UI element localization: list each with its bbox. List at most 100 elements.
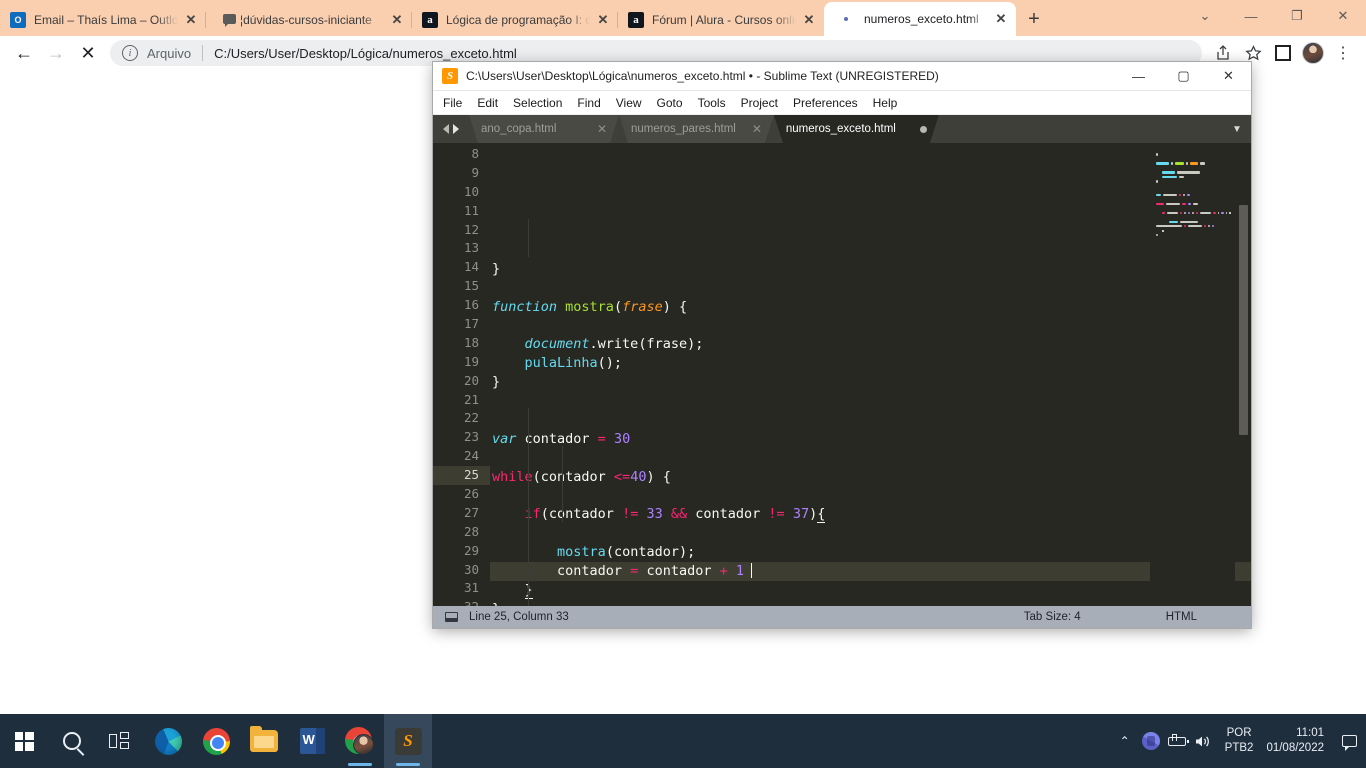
browser-tab-4-active[interactable]: numeros_exceto.html ✕ [824, 2, 1016, 36]
code-line[interactable] [490, 241, 1251, 260]
notification-center-button[interactable] [1332, 714, 1366, 768]
menu-preferences[interactable]: Preferences [793, 96, 858, 110]
menu-help[interactable]: Help [873, 96, 898, 110]
code-line[interactable]: function mostra(frase) { [490, 298, 1251, 317]
scrollbar-thumb[interactable] [1239, 205, 1248, 435]
editor-tab-close-icon[interactable]: ✕ [597, 122, 607, 136]
browser-tab-1[interactable]: ¦dúvidas-cursos-iniciante ✕ [206, 3, 412, 36]
menu-tools[interactable]: Tools [698, 96, 726, 110]
taskbar-chrome[interactable] [192, 714, 240, 768]
code-line[interactable]: var contador = 30 [490, 430, 1251, 449]
language-indicator[interactable]: POR PTB2 [1216, 726, 1263, 756]
code-line[interactable] [490, 487, 1251, 506]
sublime-close-button[interactable]: ✕ [1206, 62, 1251, 91]
taskbar-chrome-window[interactable] [336, 714, 384, 768]
minimize-button[interactable]: — [1228, 0, 1274, 32]
browser-tab-2[interactable]: Lógica de programação I: cria ✕ [412, 3, 618, 36]
menu-edit[interactable]: Edit [477, 96, 498, 110]
tab-size-label[interactable]: Tab Size: 4 [1024, 611, 1081, 623]
stop-loading-button[interactable]: ✕ [72, 37, 104, 69]
minimap-line [1156, 171, 1231, 174]
tab-prev-icon[interactable] [443, 124, 449, 134]
minimap-token [1156, 162, 1169, 165]
battery-icon[interactable] [1164, 714, 1190, 768]
taskbar-sublime-text[interactable]: S [384, 714, 432, 768]
code-line[interactable] [490, 449, 1251, 468]
sublime-minimize-button[interactable]: — [1116, 62, 1161, 91]
browser-tab-0[interactable]: Email – Thaís Lima – Outlook ✕ [0, 3, 206, 36]
editor-tab-ano-copa[interactable]: ano_copa.html ✕ [469, 115, 619, 143]
notification-icon [1341, 735, 1357, 751]
minimap-token [1183, 225, 1186, 228]
code-line[interactable] [490, 411, 1251, 430]
code-line[interactable] [490, 317, 1251, 336]
code-line[interactable]: pulaLinha(); [490, 354, 1251, 373]
clock[interactable]: 11:01 01/08/2022 [1262, 726, 1332, 756]
code-line[interactable]: } [490, 373, 1251, 392]
line-number: 15 [463, 278, 479, 294]
indent-guide [528, 219, 529, 257]
back-button[interactable]: ← [8, 37, 40, 69]
menu-selection[interactable]: Selection [513, 96, 562, 110]
taskbar-search[interactable] [48, 714, 96, 768]
taskbar-word[interactable] [288, 714, 336, 768]
close-button[interactable]: ✕ [1320, 0, 1366, 32]
teams-icon[interactable] [1138, 714, 1164, 768]
search-icon [63, 732, 81, 750]
tab-close-icon[interactable]: ✕ [182, 11, 200, 29]
menu-find[interactable]: Find [577, 96, 600, 110]
menu-view[interactable]: View [616, 96, 642, 110]
start-button[interactable] [0, 714, 48, 768]
menu-file[interactable]: File [443, 96, 462, 110]
code-line[interactable]: mostra(contador); [490, 543, 1251, 562]
taskbar-edge[interactable] [144, 714, 192, 768]
volume-icon[interactable] [1190, 714, 1216, 768]
editor-scrollbar[interactable] [1237, 143, 1249, 606]
code-line[interactable]: } [490, 581, 1251, 600]
menu-goto[interactable]: Goto [657, 96, 683, 110]
menu-project[interactable]: Project [741, 96, 778, 110]
code-minimap[interactable] [1150, 143, 1235, 606]
code-line[interactable]: } [490, 600, 1251, 606]
taskbar-file-explorer[interactable] [240, 714, 288, 768]
code-line[interactable] [490, 279, 1251, 298]
tab-close-icon[interactable]: ✕ [800, 11, 818, 29]
maximize-button[interactable]: ❐ [1274, 0, 1320, 32]
info-icon[interactable]: i [122, 45, 138, 61]
browser-tab-3[interactable]: Fórum | Alura - Cursos online ✕ [618, 3, 824, 36]
browser-menu-icon[interactable]: ⋮ [1328, 38, 1358, 68]
tab-overflow-chevron-icon[interactable]: ▼ [1223, 115, 1251, 143]
tab-close-icon[interactable]: ✕ [594, 11, 612, 29]
tab-close-icon[interactable]: ✕ [992, 10, 1010, 28]
tab-search-chevron-icon[interactable]: ⌄ [1182, 0, 1228, 32]
tab-next-icon[interactable] [453, 124, 459, 134]
editor-tab-label: ano_copa.html [481, 123, 557, 135]
code-editor-area[interactable]: } function mostra(frase) { document.write… [490, 143, 1251, 606]
collections-icon[interactable] [1268, 38, 1298, 68]
taskbar-task-view[interactable] [96, 714, 144, 768]
sublime-maximize-button[interactable]: ▢ [1161, 62, 1206, 91]
tray-overflow-chevron-icon[interactable]: ⌃ [1112, 714, 1138, 768]
code-line[interactable]: document.write(frase); [490, 335, 1251, 354]
line-number: 28 [463, 523, 479, 539]
code-line[interactable]: contador = contador + 1 [490, 562, 1251, 582]
new-tab-button[interactable]: + [1016, 3, 1052, 36]
editor-tab-numeros-exceto-active[interactable]: numeros_exceto.html [774, 115, 939, 143]
code-line[interactable] [490, 524, 1251, 543]
encoding-icon [445, 612, 458, 622]
code-line[interactable]: while(contador <=40) { [490, 468, 1251, 487]
code-line[interactable] [490, 392, 1251, 411]
code-token: + [719, 563, 728, 580]
minimap-line [1156, 211, 1232, 215]
syntax-label[interactable]: HTML [1166, 611, 1197, 623]
line-number: 13 [463, 240, 479, 256]
forward-button[interactable]: → [40, 37, 72, 69]
avatar[interactable] [1298, 38, 1328, 68]
editor-tab-numeros-pares[interactable]: numeros_pares.html ✕ [619, 115, 774, 143]
code-line[interactable]: } [490, 260, 1251, 279]
tab-close-icon[interactable]: ✕ [388, 11, 406, 29]
code-line[interactable]: if(contador != 33 && contador != 37){ [490, 505, 1251, 524]
editor-tab-close-icon[interactable]: ✕ [752, 122, 762, 136]
tab-scroll-arrows[interactable] [433, 115, 469, 143]
